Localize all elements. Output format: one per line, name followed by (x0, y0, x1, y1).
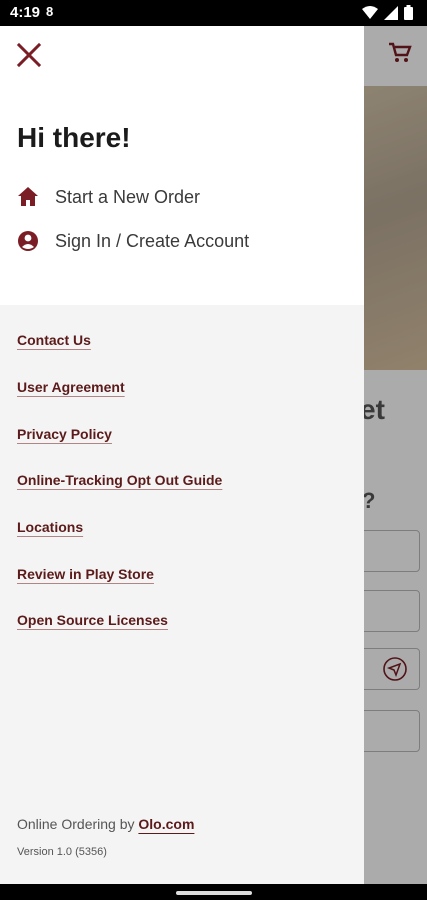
account-circle-icon (17, 230, 39, 252)
sign-in-label: Sign In / Create Account (55, 230, 250, 251)
home-icon (17, 186, 39, 208)
navigation-drawer: Hi there! Start a New Order Sign In / Cr… (0, 26, 364, 884)
signal-icon (384, 5, 398, 20)
open-source-licenses-link[interactable]: Open Source Licenses (17, 612, 168, 628)
app-version: Version 1.0 (5356) (17, 846, 107, 858)
review-play-store-link[interactable]: Review in Play Store (17, 566, 154, 582)
wifi-icon (362, 5, 378, 19)
sim-icon: 8 (46, 4, 54, 19)
status-time: 4:19 (10, 4, 41, 21)
battery-icon (404, 5, 413, 20)
home-gesture-handle[interactable] (176, 891, 252, 895)
olo-link[interactable]: Olo.com (138, 816, 194, 832)
privacy-policy-link[interactable]: Privacy Policy (17, 426, 112, 442)
user-agreement-link[interactable]: User Agreement (17, 379, 125, 395)
drawer-header: Hi there! Start a New Order Sign In / Cr… (0, 26, 364, 305)
locations-link[interactable]: Locations (17, 519, 83, 535)
greeting-heading: Hi there! (17, 122, 131, 153)
start-new-order-label: Start a New Order (55, 186, 201, 207)
close-icon[interactable] (14, 40, 44, 70)
start-new-order-item[interactable]: Start a New Order (17, 186, 200, 208)
status-icons (362, 5, 413, 20)
online-ordering-credit: Online Ordering by Olo.com (17, 816, 194, 832)
contact-us-link[interactable]: Contact Us (17, 332, 91, 348)
opt-out-guide-link[interactable]: Online-Tracking Opt Out Guide (17, 472, 222, 488)
credit-prefix: Online Ordering by (17, 816, 135, 832)
system-nav-bar (0, 884, 427, 900)
sign-in-item[interactable]: Sign In / Create Account (17, 230, 249, 252)
status-bar: 4:19 8 (0, 0, 427, 26)
